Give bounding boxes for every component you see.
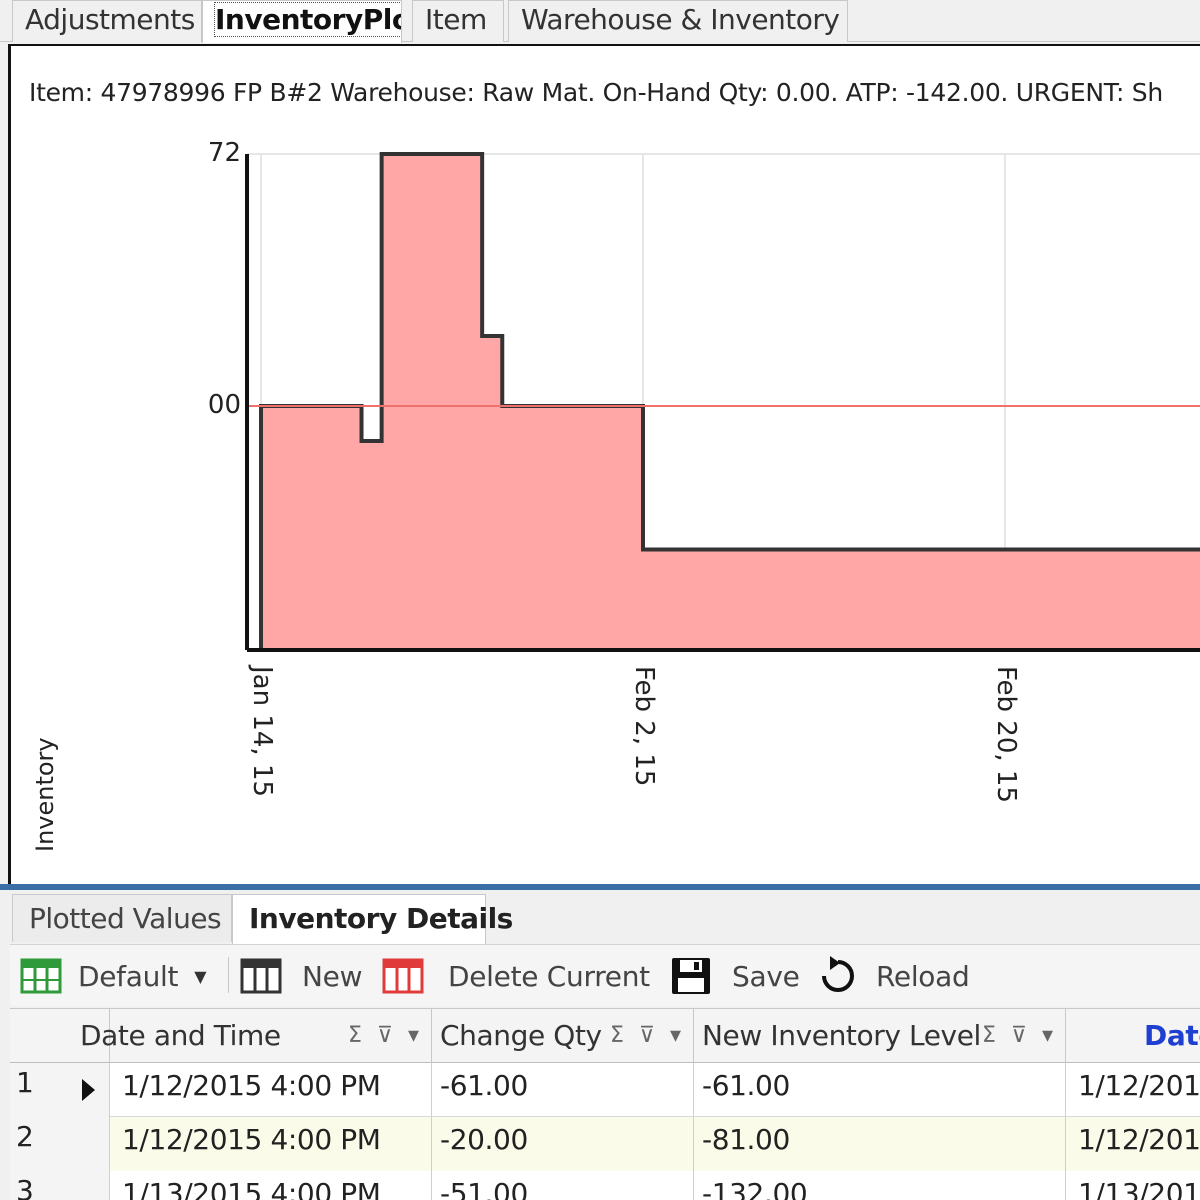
tab-inventory-details[interactable]: Inventory Details bbox=[232, 894, 513, 944]
grid-layout-icon bbox=[20, 958, 62, 994]
tab-inventory-plot[interactable]: InventoryPlot bbox=[202, 0, 402, 43]
sum-filter-dropdown-icons[interactable]: Σ ⊽ ▾ bbox=[982, 1009, 1057, 1063]
x-tick-label: Jan 14, 15 bbox=[247, 666, 277, 798]
tab-inventory-details-label: Inventory Details bbox=[249, 902, 513, 935]
cell-change-qty[interactable]: -61.00 bbox=[432, 1063, 694, 1117]
tab-warehouse-inventory-label: Warehouse & Inventory bbox=[521, 3, 840, 36]
column-header-label: Change Qty bbox=[440, 1019, 602, 1052]
cell-date-time[interactable]: 1/12/2015 4:00 PM bbox=[110, 1063, 432, 1117]
tab-warehouse-inventory[interactable]: Warehouse & Inventory bbox=[508, 0, 848, 42]
tab-adjustments[interactable]: Adjustments bbox=[12, 0, 202, 42]
current-row-arrow-icon bbox=[82, 1079, 95, 1101]
tab-plotted-values-label: Plotted Values bbox=[29, 902, 222, 935]
cell-date[interactable]: 1/12/2015 bbox=[1066, 1117, 1200, 1171]
sum-filter-dropdown-icons[interactable]: Σ ⊽ ▾ bbox=[348, 1009, 423, 1063]
table-row[interactable]: 3 1/13/2015 4:00 PM -51.00 -132.00 1/13/… bbox=[10, 1171, 1200, 1200]
cell-date[interactable]: 1/12/2015 bbox=[1066, 1063, 1200, 1117]
row-number: 2 bbox=[10, 1117, 110, 1171]
tab-item[interactable]: Item bbox=[412, 0, 504, 42]
cell-date-time[interactable]: 1/13/2015 4:00 PM bbox=[110, 1171, 432, 1200]
tab-adjustments-label: Adjustments bbox=[25, 3, 195, 36]
tab-inventory-plot-label: InventoryPlot bbox=[213, 2, 401, 37]
new-button[interactable]: New bbox=[240, 953, 362, 999]
cell-new-inventory-level[interactable]: -61.00 bbox=[694, 1063, 1066, 1117]
sum-filter-dropdown-icons[interactable]: Σ ⊽ ▾ bbox=[610, 1009, 685, 1063]
cell-new-inventory-level[interactable]: -81.00 bbox=[694, 1117, 1066, 1171]
delete-current-button[interactable]: Delete Current bbox=[382, 953, 650, 999]
x-tick-label: Feb 20, 15 bbox=[990, 666, 1021, 803]
inventory-details-grid: Date and Time Σ ⊽ ▾ Change Qty Σ ⊽ ▾ New… bbox=[10, 1008, 1200, 1200]
y-tick-label: 72 bbox=[207, 138, 241, 168]
column-header-change-qty[interactable]: Change Qty Σ ⊽ ▾ bbox=[432, 1009, 694, 1063]
delete-row-icon bbox=[382, 958, 424, 994]
cell-date-time[interactable]: 1/12/2015 4:00 PM bbox=[110, 1117, 432, 1171]
cell-new-inventory-level[interactable]: -132.00 bbox=[694, 1171, 1066, 1200]
table-row[interactable]: 2 1/12/2015 4:00 PM -20.00 -81.00 1/12/2… bbox=[10, 1117, 1200, 1171]
tab-item-label: Item bbox=[425, 3, 487, 36]
x-tick-label: Feb 2, 15 bbox=[629, 666, 659, 787]
save-icon bbox=[672, 958, 710, 994]
details-area: Plotted Values Inventory Details Default… bbox=[0, 890, 1200, 1200]
column-header-new-inventory-level[interactable]: New Inventory Level Σ ⊽ ▾ bbox=[694, 1009, 1066, 1063]
column-header-label: Date and Time bbox=[80, 1019, 281, 1052]
new-label: New bbox=[302, 959, 363, 993]
delete-current-label: Delete Current bbox=[448, 959, 650, 993]
toolbar-separator bbox=[228, 957, 229, 993]
table-row[interactable]: 1 1/12/2015 4:00 PM -61.00 -61.00 1/12/2… bbox=[10, 1063, 1200, 1117]
inventory-area bbox=[259, 152, 1200, 652]
cell-change-qty[interactable]: -51.00 bbox=[432, 1171, 694, 1200]
reload-icon bbox=[822, 956, 854, 992]
column-header-date[interactable]: Date bbox=[1066, 1009, 1200, 1063]
inventory-chart bbox=[245, 152, 1200, 652]
column-header-label: New Inventory Level bbox=[702, 1019, 981, 1052]
chevron-down-icon[interactable]: ▼ bbox=[194, 967, 206, 986]
column-header-label: Date bbox=[1144, 1019, 1200, 1052]
reload-button[interactable]: Reload bbox=[816, 953, 970, 999]
column-header-date-and-time[interactable]: Date and Time Σ ⊽ ▾ bbox=[72, 1009, 432, 1063]
default-label: Default bbox=[78, 959, 179, 993]
save-button[interactable]: Save bbox=[670, 953, 800, 999]
row-number: 3 bbox=[10, 1171, 110, 1200]
row-number: 1 bbox=[10, 1063, 110, 1117]
cell-date[interactable]: 1/13/2015 bbox=[1066, 1171, 1200, 1200]
new-row-icon bbox=[240, 958, 282, 994]
top-tab-strip: Adjustments InventoryPlot Item Warehouse… bbox=[0, 0, 1200, 43]
grid-toolbar: Default ▼ New Delete Current Save Reload bbox=[10, 944, 1200, 1006]
inventory-plot-panel: Item: 47978996 FP B#2 Warehouse: Raw Mat… bbox=[8, 44, 1200, 886]
grid-header: Date and Time Σ ⊽ ▾ Change Qty Σ ⊽ ▾ New… bbox=[10, 1009, 1200, 1063]
reload-label: Reload bbox=[876, 959, 970, 993]
y-tick-label: 00 bbox=[207, 390, 241, 420]
row-number-value: 1 bbox=[16, 1066, 34, 1099]
y-axis-title: Inventory bbox=[31, 737, 59, 852]
save-label: Save bbox=[732, 959, 800, 993]
default-layout-button[interactable]: Default ▼ bbox=[20, 953, 207, 999]
tab-plotted-values[interactable]: Plotted Values bbox=[12, 894, 232, 942]
cell-change-qty[interactable]: -20.00 bbox=[432, 1117, 694, 1171]
